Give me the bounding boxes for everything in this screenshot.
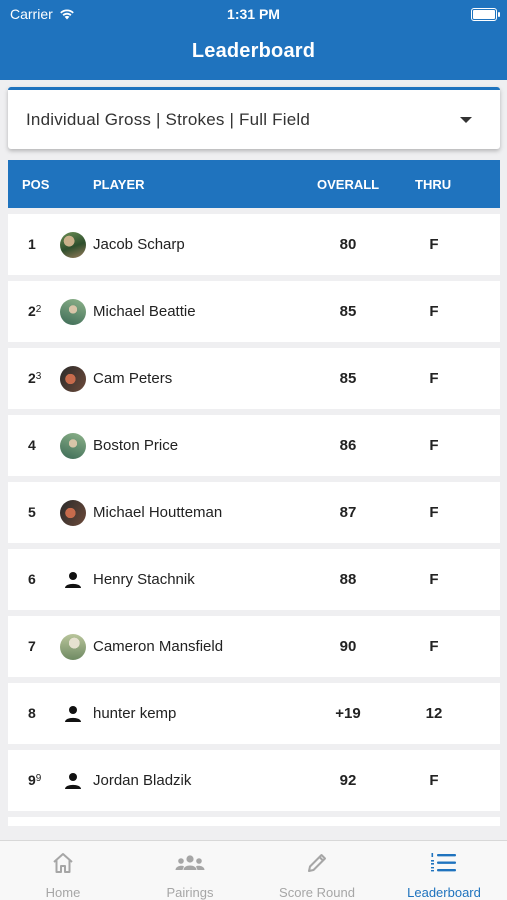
tab-label: Pairings — [166, 885, 214, 900]
avatar — [60, 232, 86, 258]
player-name: Boston Price — [93, 437, 179, 454]
player-name: Jordan Bladzik — [93, 772, 192, 789]
overall-score: 80 — [339, 236, 357, 253]
overall-score: 88 — [339, 571, 357, 588]
status-time: 1:31 PM — [227, 6, 280, 22]
tab-label: Leaderboard — [407, 885, 481, 900]
position-cell: 23 — [28, 370, 42, 386]
avatar — [60, 634, 86, 660]
table-row[interactable]: 22 Michael Beattie 85 F — [8, 281, 500, 342]
chevron-down-icon — [460, 117, 472, 123]
table-row[interactable]: 5 Michael Houtteman 87 F — [8, 482, 500, 543]
position-cell: 7 — [28, 638, 36, 654]
thru-status: F — [429, 571, 439, 588]
person-icon — [60, 701, 86, 727]
table-row[interactable]: 99 Jordan Bladzik 92 F — [8, 750, 500, 811]
overall-score: 85 — [339, 303, 357, 320]
tab-label: Score Round — [279, 885, 355, 900]
table-row[interactable]: 4 Boston Price 86 F — [8, 415, 500, 476]
player-name: Michael Houtteman — [93, 504, 223, 521]
column-header-player: PLAYER — [93, 177, 145, 192]
person-icon — [60, 567, 86, 593]
thru-status: 12 — [425, 705, 443, 722]
home-icon — [53, 853, 73, 873]
player-name: hunter kemp — [93, 705, 177, 722]
avatar — [60, 366, 86, 392]
list-numbered-icon — [431, 853, 456, 872]
position-cell: 4 — [28, 437, 36, 453]
battery-icon — [471, 8, 500, 21]
overall-score: +19 — [335, 705, 361, 722]
overall-score: 90 — [339, 638, 357, 655]
pencil-icon — [308, 854, 326, 872]
filter-selected-value: Individual Gross | Strokes | Full Field — [26, 110, 311, 129]
thru-status: F — [429, 236, 439, 253]
thru-status: F — [429, 772, 439, 789]
group-icon — [175, 855, 205, 870]
page-title: Leaderboard — [191, 40, 316, 62]
overall-score: 86 — [339, 437, 357, 454]
status-bar: Carrier 1:31 PM — [0, 0, 507, 28]
thru-status: F — [429, 370, 439, 387]
tab-bar: Home Pairings Score Round Leaderboard — [0, 840, 507, 900]
tab-score-round[interactable]: Score Round — [254, 841, 380, 900]
player-name: Michael Beattie — [93, 303, 196, 320]
thru-status: F — [429, 437, 439, 454]
position-cell: 1 — [28, 236, 36, 252]
position-cell: 22 — [28, 303, 42, 319]
table-row-partial[interactable] — [8, 817, 500, 826]
player-name: Cam Peters — [93, 370, 173, 387]
leaderboard-filter-dropdown[interactable]: Individual Gross | Strokes | Full Field — [8, 87, 500, 149]
position-cell: 5 — [28, 504, 36, 520]
player-name: Jacob Scharp — [93, 236, 185, 253]
table-row[interactable]: 8 hunter kemp +19 12 — [8, 683, 500, 744]
tab-home[interactable]: Home — [0, 841, 126, 900]
avatar — [60, 299, 86, 325]
player-name: Henry Stachnik — [93, 571, 195, 588]
overall-score: 85 — [339, 370, 357, 387]
table-row[interactable]: 23 Cam Peters 85 F — [8, 348, 500, 409]
tab-leaderboard[interactable]: Leaderboard — [381, 841, 507, 900]
person-icon — [60, 768, 86, 794]
position-cell: 6 — [28, 571, 36, 587]
player-name: Cameron Mansfield — [93, 638, 224, 655]
column-header-overall: OVERALL — [317, 177, 380, 192]
column-header-pos: POS — [22, 177, 50, 192]
thru-status: F — [429, 504, 439, 521]
table-row[interactable]: 7 Cameron Mansfield 90 F — [8, 616, 500, 677]
tab-pairings[interactable]: Pairings — [127, 841, 253, 900]
avatar — [60, 433, 86, 459]
thru-status: F — [429, 638, 439, 655]
thru-status: F — [429, 303, 439, 320]
overall-score: 87 — [339, 504, 357, 521]
leaderboard-list[interactable]: 1 Jacob Scharp 80 F 22 Michael Beattie 8… — [8, 214, 500, 826]
tab-label: Home — [45, 885, 81, 900]
column-header-thru: THRU — [415, 177, 452, 192]
avatar — [60, 500, 86, 526]
overall-score: 92 — [339, 772, 357, 789]
table-row[interactable]: 6 Henry Stachnik 88 F — [8, 549, 500, 610]
table-row[interactable]: 1 Jacob Scharp 80 F — [8, 214, 500, 275]
position-cell: 99 — [28, 772, 42, 788]
app-header: Carrier 1:31 PM Leaderboard — [0, 0, 507, 80]
position-cell: 8 — [28, 705, 36, 721]
table-header: POS PLAYER OVERALL THRU — [8, 160, 500, 208]
